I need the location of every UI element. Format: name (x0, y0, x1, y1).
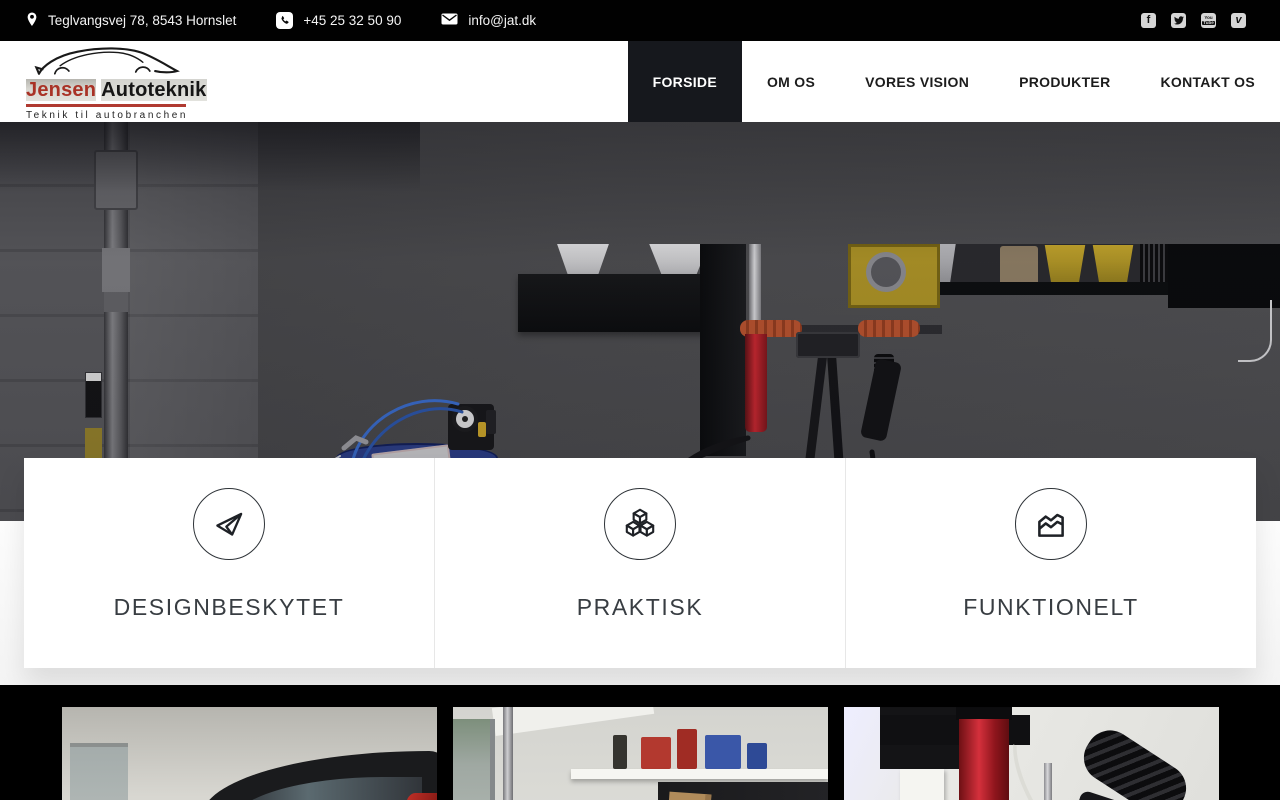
nav-produkter[interactable]: PRODUKTER (994, 41, 1135, 122)
white-shelf (571, 769, 828, 779)
red-part (641, 737, 671, 769)
social-links: f You Tube v (1141, 13, 1246, 28)
red-part (677, 729, 697, 769)
twitter-icon[interactable] (1171, 13, 1186, 28)
gallery-photo-equipment[interactable] (844, 707, 1219, 800)
ceiling-edge (491, 707, 655, 736)
feature-title: PRAKTISK (576, 594, 704, 620)
feature-cards: DESIGNBESKYTET PRAKTISK FUNKTIONELT (24, 458, 1256, 668)
red-cylinder (959, 719, 1009, 800)
topbar-address: Teglvangsvej 78, 8543 Hornslet (26, 12, 236, 30)
door-track-pole (503, 707, 513, 800)
envelope-icon (441, 13, 458, 28)
blue-part (747, 743, 767, 769)
nav-kontakt-os[interactable]: KONTAKT OS (1135, 41, 1280, 122)
nozzle-head (1074, 721, 1196, 800)
feature-circle (193, 488, 265, 560)
vimeo-icon[interactable]: v (1231, 13, 1246, 28)
phone-icon (276, 12, 294, 29)
metal-rod (1044, 763, 1052, 800)
blue-part (705, 735, 741, 769)
feature-designbeskytet: DESIGNBESKYTET (24, 458, 434, 668)
nav-vores-vision[interactable]: VORES VISION (840, 41, 994, 122)
main-nav: FORSIDE OM OS VORES VISION PRODUKTER KON… (627, 41, 1280, 122)
gallery-photo-car[interactable] (62, 707, 437, 800)
facebook-icon[interactable]: f (1141, 13, 1156, 28)
white-block (900, 769, 944, 800)
shelf-bottle (613, 735, 627, 769)
feature-funktionelt: FUNKTIONELT (845, 458, 1256, 668)
feature-circle (604, 488, 676, 560)
area-chart-icon (1038, 513, 1064, 537)
workshop-window (453, 719, 495, 800)
feature-praktisk: PRAKTISK (434, 458, 845, 668)
site-header: Jensen Autoteknik Teknik til autobranche… (0, 41, 1280, 122)
gallery-section: JAT (0, 685, 1280, 800)
map-pin-icon (26, 12, 38, 30)
topbar-phone: +45 25 32 50 90 (276, 12, 401, 29)
gallery-photo-shelves[interactable]: JAT (453, 707, 828, 800)
feature-circle (1015, 488, 1087, 560)
logo[interactable]: Jensen Autoteknik Teknik til autobranche… (26, 41, 207, 122)
youtube-icon[interactable]: You Tube (1201, 13, 1216, 28)
topbar: Teglvangsvej 78, 8543 Hornslet +45 25 32… (0, 0, 1280, 41)
email-text: info@jat.dk (468, 13, 537, 28)
topbar-email: info@jat.dk (441, 13, 536, 28)
glass-partition (70, 743, 128, 800)
feature-title: DESIGNBESKYTET (113, 594, 345, 620)
logo-underline (26, 104, 186, 107)
logo-wordmark: Jensen Autoteknik (26, 79, 207, 101)
nav-om-os[interactable]: OM OS (742, 41, 840, 122)
nav-forside[interactable]: FORSIDE (627, 41, 742, 122)
logo-tagline: Teknik til autobranchen (26, 110, 189, 121)
address-text: Teglvangsvej 78, 8543 Hornslet (48, 13, 237, 28)
car-taillight (406, 793, 437, 800)
phone-text: +45 25 32 50 90 (303, 13, 402, 28)
cubes-icon (625, 508, 655, 537)
paper-plane-icon (216, 512, 243, 536)
feature-title: FUNKTIONELT (963, 594, 1139, 620)
